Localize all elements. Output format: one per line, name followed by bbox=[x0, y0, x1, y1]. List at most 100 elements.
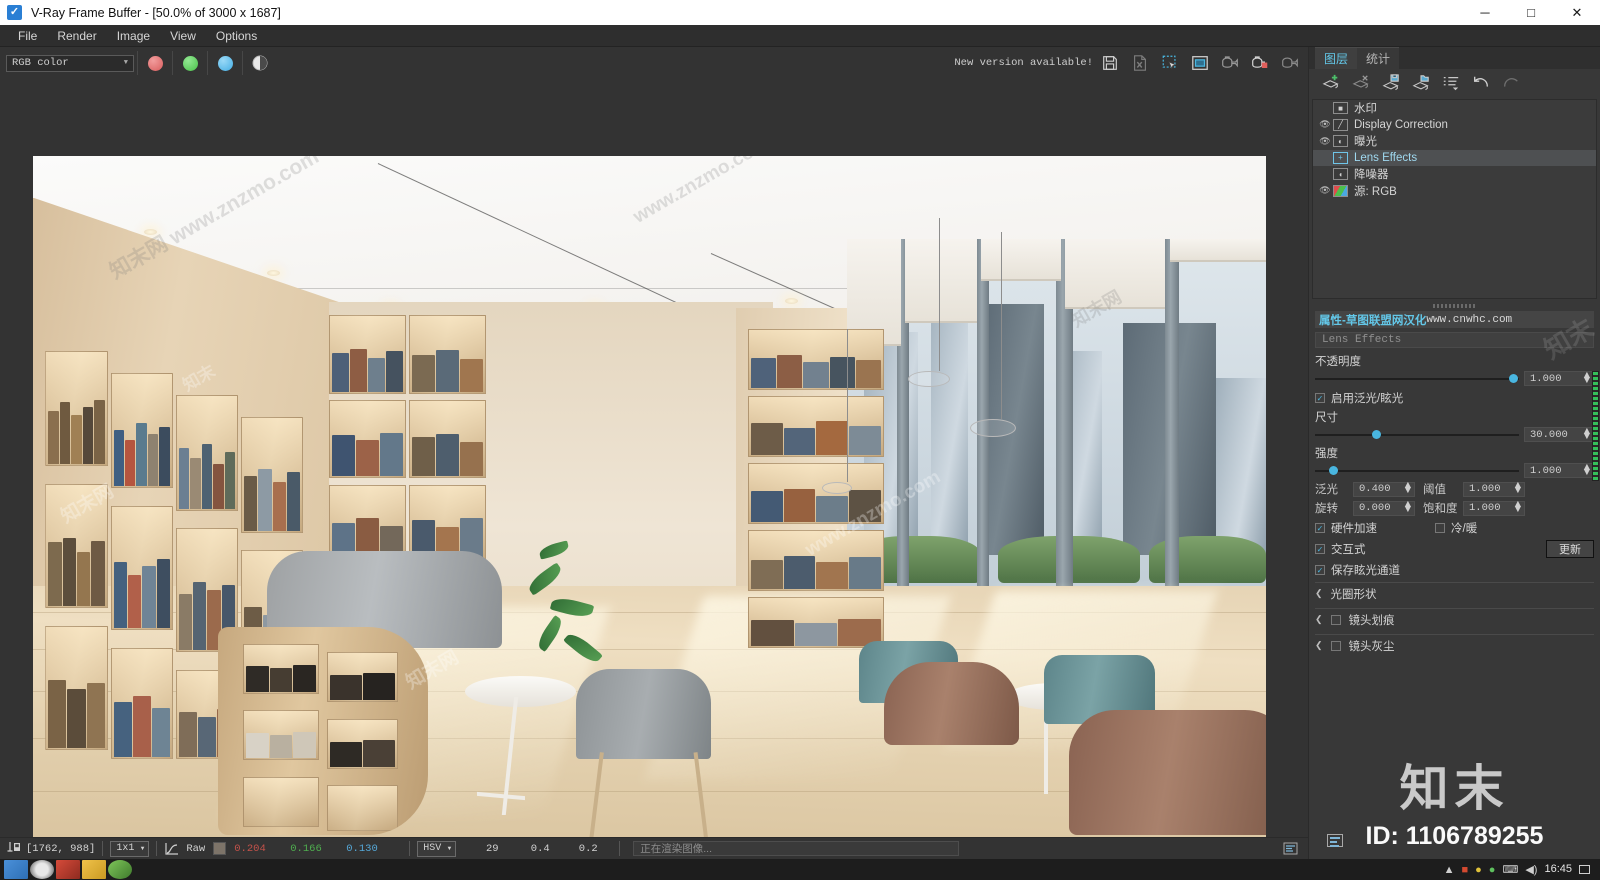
alpha-channel-button[interactable] bbox=[246, 50, 274, 76]
panel-splitter[interactable] bbox=[1309, 301, 1600, 311]
taskbar-clock[interactable]: 16:45 bbox=[1544, 864, 1572, 875]
render-icon[interactable] bbox=[1246, 50, 1274, 76]
layer-row-source-rgb[interactable]: 👁 源: RGB bbox=[1313, 183, 1596, 200]
tab-layers[interactable]: 图层 bbox=[1315, 47, 1358, 69]
pdf-icon[interactable] bbox=[56, 860, 80, 879]
maximize-button[interactable]: □ bbox=[1508, 0, 1554, 25]
layer-row-display-correction[interactable]: 👁 ╱ Display Correction bbox=[1313, 117, 1596, 134]
save-layer-icon[interactable] bbox=[1377, 71, 1405, 95]
blue-channel-button[interactable] bbox=[211, 50, 239, 76]
start-icon[interactable] bbox=[4, 860, 28, 879]
spinner-icon[interactable]: ▲ ▼ bbox=[1584, 426, 1590, 442]
rotate-value-field[interactable]: 0.000 ▲ ▼ bbox=[1353, 500, 1415, 516]
chevron-down-icon[interactable]: ❮ bbox=[1315, 588, 1323, 599]
notification-icon[interactable] bbox=[1579, 865, 1590, 874]
load-layer-icon[interactable] bbox=[1407, 71, 1435, 95]
slider-handle[interactable] bbox=[1372, 430, 1382, 439]
bloom-value-field[interactable]: 0.400 ▲ ▼ bbox=[1353, 481, 1415, 497]
visibility-toggle[interactable]: 👁 bbox=[1317, 185, 1333, 196]
visibility-toggle[interactable]: 👁 bbox=[1317, 119, 1333, 130]
layer-row-exposure[interactable]: 👁 ◐ 曝光 bbox=[1313, 133, 1596, 150]
save-image-icon[interactable] bbox=[1096, 50, 1124, 76]
save-all-channels-icon[interactable] bbox=[1126, 50, 1154, 76]
opacity-value-field[interactable]: 1.000 ▲ ▼ bbox=[1524, 370, 1594, 386]
layer-row-denoiser[interactable]: ◖ 降噪器 bbox=[1313, 166, 1596, 183]
menu-file[interactable]: File bbox=[8, 27, 47, 45]
saturation-value-field[interactable]: 1.000 ▲ ▼ bbox=[1463, 500, 1525, 516]
spinner-icon[interactable]: ▲ ▼ bbox=[1405, 481, 1411, 497]
lens-dust-checkbox[interactable] bbox=[1330, 640, 1341, 651]
channel-select[interactable]: RGB color ▼ bbox=[6, 54, 134, 72]
visibility-toggle[interactable]: 👁 bbox=[1317, 136, 1333, 147]
red-channel-button[interactable] bbox=[141, 50, 169, 76]
section-lens-scratches[interactable]: ❮ 镜头划痕 bbox=[1315, 608, 1594, 630]
properties-scrollbar[interactable] bbox=[1592, 371, 1599, 481]
save-glare-checkbox[interactable]: ✓ bbox=[1315, 565, 1325, 575]
size-value-field[interactable]: 30.000 ▲ ▼ bbox=[1524, 426, 1594, 442]
cortana-icon[interactable] bbox=[30, 860, 54, 879]
render-last-icon[interactable] bbox=[1216, 50, 1244, 76]
color-mode-label[interactable]: Raw bbox=[186, 843, 205, 855]
undo-icon[interactable] bbox=[1467, 71, 1495, 95]
section-lens-dust[interactable]: ❮ 镜头灰尘 bbox=[1315, 634, 1594, 656]
tray-app-icon[interactable]: ● bbox=[1489, 864, 1496, 876]
slider-handle[interactable] bbox=[1329, 466, 1339, 475]
add-layer-icon[interactable] bbox=[1317, 71, 1345, 95]
layer-list[interactable]: ■ 水印 👁 ╱ Display Correction 👁 ◐ 曝光 + Len… bbox=[1312, 99, 1597, 299]
opacity-slider[interactable] bbox=[1315, 374, 1519, 383]
render-canvas[interactable]: 知末网 www.znzmo.com www.znzmo.com 知末网 www.… bbox=[0, 79, 1308, 837]
size-slider[interactable] bbox=[1315, 430, 1519, 439]
sample-size-select[interactable]: 1x1 ▼ bbox=[110, 840, 150, 857]
slider-handle[interactable] bbox=[1508, 374, 1518, 383]
progress-text: 正在渲染图像... bbox=[640, 843, 713, 855]
tray-keyboard-icon[interactable]: ⌨ bbox=[1502, 863, 1518, 876]
color-curve-icon[interactable] bbox=[164, 842, 180, 856]
cool-warm-checkbox[interactable] bbox=[1435, 523, 1445, 533]
enable-bloom-checkbox[interactable]: ✓ bbox=[1315, 393, 1325, 403]
color-picker-icon[interactable] bbox=[6, 841, 22, 856]
layer-menu-icon[interactable] bbox=[1437, 71, 1465, 95]
threshold-value-field[interactable]: 1.000 ▲ ▼ bbox=[1463, 481, 1525, 497]
update-button[interactable]: 更新 bbox=[1546, 540, 1594, 558]
tray-chevron-icon[interactable]: ▲ bbox=[1444, 864, 1455, 876]
hw-accel-checkbox[interactable]: ✓ bbox=[1315, 523, 1325, 533]
close-button[interactable]: ✕ bbox=[1554, 0, 1600, 25]
intensity-slider[interactable] bbox=[1315, 466, 1519, 475]
green-channel-button[interactable] bbox=[176, 50, 204, 76]
tray-volume-icon[interactable]: ◀) bbox=[1525, 863, 1537, 876]
spinner-icon[interactable]: ▲ ▼ bbox=[1584, 462, 1590, 478]
menu-view[interactable]: View bbox=[160, 27, 206, 45]
lens-scratches-checkbox[interactable] bbox=[1330, 614, 1341, 625]
layer-row-watermark[interactable]: ■ 水印 bbox=[1313, 100, 1596, 117]
menu-options[interactable]: Options bbox=[206, 27, 267, 45]
minimize-button[interactable]: ─ bbox=[1462, 0, 1508, 25]
chevron-down-icon[interactable]: ❮ bbox=[1315, 614, 1323, 625]
chevron-down-icon[interactable]: ❮ bbox=[1315, 640, 1323, 651]
spinner-icon[interactable]: ▲ ▼ bbox=[1405, 500, 1411, 516]
menu-render[interactable]: Render bbox=[47, 27, 106, 45]
region-render-icon[interactable] bbox=[1156, 50, 1184, 76]
delete-layer-icon[interactable] bbox=[1347, 71, 1375, 95]
tray-app-icon[interactable]: ■ bbox=[1461, 864, 1468, 876]
spinner-icon[interactable]: ▲ ▼ bbox=[1584, 370, 1590, 386]
intensity-value-field[interactable]: 1.000 ▲ ▼ bbox=[1524, 462, 1594, 478]
layer-row-lens-effects[interactable]: + Lens Effects bbox=[1313, 149, 1596, 166]
color-space-select[interactable]: HSV ▼ bbox=[417, 840, 457, 857]
interactive-checkbox[interactable]: ✓ bbox=[1315, 544, 1325, 554]
folder-icon[interactable] bbox=[82, 860, 106, 879]
spinner-icon[interactable]: ▲ ▼ bbox=[1515, 500, 1521, 516]
spinner-icon[interactable]: ▲ ▼ bbox=[1515, 481, 1521, 497]
tray-app-icon[interactable]: ● bbox=[1475, 864, 1482, 876]
menu-image[interactable]: Image bbox=[107, 27, 160, 45]
section-aperture-shape[interactable]: ❮ 光圈形状 bbox=[1315, 582, 1594, 604]
rendered-image[interactable]: 知末网 www.znzmo.com www.znzmo.com 知末网 www.… bbox=[33, 156, 1266, 837]
app-green-icon[interactable] bbox=[108, 860, 132, 879]
show-vfb-window-icon[interactable] bbox=[1186, 50, 1214, 76]
new-version-notice[interactable]: New version available! bbox=[954, 57, 1093, 69]
tab-statistics[interactable]: 统计 bbox=[1357, 47, 1400, 69]
redo-icon[interactable] bbox=[1497, 71, 1525, 95]
enable-bloom-row[interactable]: ✓ 启用泛光/眩光 bbox=[1315, 390, 1594, 406]
log-panel-icon[interactable] bbox=[1283, 842, 1298, 855]
layer-name: 降噪器 bbox=[1354, 169, 1389, 182]
stop-render-icon[interactable] bbox=[1276, 50, 1304, 76]
